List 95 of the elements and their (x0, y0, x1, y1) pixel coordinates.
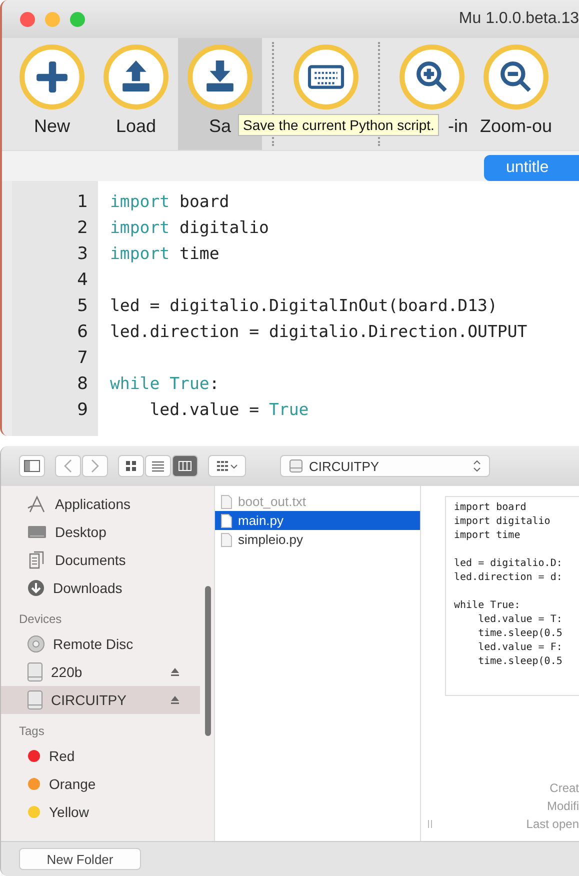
chevron-left-icon (64, 459, 72, 473)
list-icon (151, 460, 165, 472)
button-label: Load (116, 116, 156, 137)
drive-icon (27, 662, 43, 682)
sidebar-toggle-button[interactable] (19, 455, 45, 477)
arrange-icon (216, 460, 238, 472)
code-line: import board (454, 501, 528, 515)
applications-icon (27, 495, 47, 513)
file-item[interactable]: simpleio.py (215, 530, 420, 549)
keyboard-icon (293, 44, 359, 110)
sidebar-item[interactable]: CIRCUITPY (1, 686, 200, 714)
grid-icon (124, 460, 138, 472)
toolbar-button[interactable] (483, 44, 549, 110)
button-label: Zoom-ou (480, 116, 552, 137)
toolbar-button[interactable] (293, 44, 359, 110)
sidebar-item[interactable]: Yellow (1, 798, 200, 826)
sidebar-item[interactable]: 220b (1, 658, 200, 686)
sidebar-item[interactable]: Downloads (1, 574, 200, 602)
tag-dot-icon (27, 749, 41, 763)
eject-icon[interactable] (170, 695, 180, 705)
tag-dot-icon (27, 805, 41, 819)
code-line: led.value = F: (477, 641, 564, 655)
code-editor[interactable]: 1 2 3 4 5 6 7 8 9 import board import digitalio import time led = digitalio.DigitalInOut(board.D13) led.direction = digitalio.Direction.OUTPUT while True: led.value = True (2, 181, 579, 436)
desktop-icon (27, 524, 47, 540)
upload-icon (103, 44, 169, 110)
line-number: 4 (76, 269, 89, 292)
file-item[interactable]: main.py (215, 511, 420, 530)
disc-icon (27, 635, 45, 653)
sidebar-heading: Devices (18, 611, 63, 628)
view-button[interactable] (145, 455, 171, 477)
line-number: 8 (76, 373, 89, 396)
toolbar-button[interactable] (19, 44, 85, 110)
code-line: time.sleep(0.5 (477, 627, 564, 641)
code-line: import board (110, 192, 230, 211)
line-number: 5 (76, 295, 89, 318)
new-folder-button[interactable]: New Folder (19, 848, 141, 870)
tag-dot-icon (27, 777, 41, 791)
info-label: Modifi (546, 798, 579, 815)
toolbar-button[interactable] (399, 44, 465, 110)
close-icon[interactable] (20, 12, 35, 26)
sidebar-icon (24, 460, 40, 472)
updown-caret-icon (473, 460, 481, 472)
line-number: 2 (76, 217, 89, 240)
document-icon (221, 514, 232, 528)
document-icon (221, 494, 232, 508)
info-label: Creat (550, 780, 579, 797)
scrollbar[interactable] (205, 586, 211, 736)
line-number: 9 (76, 399, 89, 422)
sidebar-item[interactable]: Red (1, 742, 200, 770)
zoom-out-icon (483, 44, 549, 110)
drive-icon (289, 459, 303, 473)
code-line: import digitalio (110, 218, 269, 237)
download-icon (187, 44, 253, 110)
code-line: while True: (454, 599, 522, 613)
line-number: 3 (76, 243, 89, 266)
eject-icon[interactable] (170, 667, 180, 677)
sidebar-item[interactable]: Orange (1, 770, 200, 798)
code-line: led = digitalio.DigitalInOut(board.D13) (110, 296, 498, 315)
chevron-right-icon (91, 459, 99, 473)
toolbar-button[interactable] (103, 44, 169, 110)
plus-icon (19, 44, 85, 110)
code-line: import time (454, 529, 522, 543)
download-icon (27, 579, 45, 597)
code-line: led.direction = digitalio.Direction.OUTPUT (110, 322, 528, 341)
line-number: 7 (76, 347, 89, 370)
line-number: 6 (76, 321, 89, 344)
view-button[interactable] (118, 455, 144, 477)
sidebar-item[interactable]: Applications (1, 490, 200, 518)
sidebar-heading: Tags (18, 723, 46, 740)
code-line: time.sleep(0.5 (477, 655, 564, 669)
button-label: Sa (208, 116, 232, 137)
columns-icon (178, 460, 192, 472)
code-line: led.value = True (148, 400, 309, 419)
sidebar-item[interactable]: Desktop (1, 518, 200, 546)
sidebar-item[interactable]: Documents (1, 546, 200, 574)
button-label: New (34, 116, 70, 137)
view-button[interactable] (172, 455, 198, 477)
arrange-button[interactable] (208, 455, 246, 477)
location-dropdown[interactable]: CIRCUITPY (280, 455, 490, 477)
code-line: import digitalio (454, 515, 552, 529)
code-line: led = digitalio.D: (454, 557, 564, 571)
code-line: led.direction = d: (454, 571, 564, 585)
code-line: led.value = T: (477, 613, 564, 627)
column-resize-handle-icon[interactable] (427, 819, 433, 829)
code-line: import time (110, 244, 220, 263)
sidebar-item[interactable]: Remote Disc (1, 630, 200, 658)
zoom-in-icon (399, 44, 465, 110)
drive-icon (27, 690, 43, 710)
document-icon (221, 532, 232, 546)
tooltip: Save the current Python script. (238, 114, 440, 136)
info-label: Last open (526, 816, 579, 833)
line-number: 1 (76, 191, 89, 214)
window-title: Mu 1.0.0.beta.13 (458, 10, 579, 28)
button-label: -in (448, 116, 469, 137)
code-line: while True: (110, 374, 220, 393)
